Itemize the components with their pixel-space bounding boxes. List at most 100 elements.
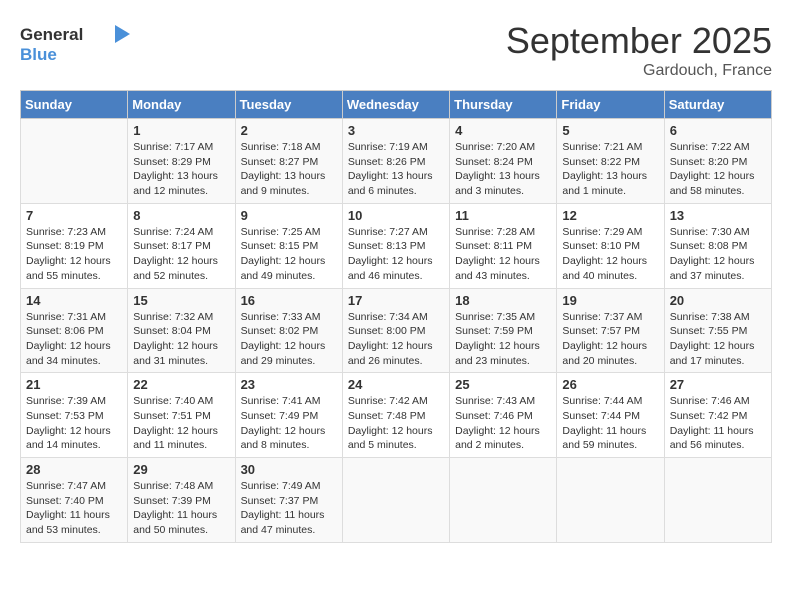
table-row: 24 Sunrise: 7:42 AMSunset: 7:48 PMDaylig…	[342, 373, 449, 458]
day-number: 14	[26, 293, 122, 308]
day-info: Sunrise: 7:18 AMSunset: 8:27 PMDaylight:…	[241, 140, 337, 199]
day-number: 7	[26, 208, 122, 223]
page-header: General Blue September 2025 Gardouch, Fr…	[20, 20, 772, 80]
day-number: 25	[455, 377, 551, 392]
table-row: 26 Sunrise: 7:44 AMSunset: 7:44 PMDaylig…	[557, 373, 664, 458]
table-row	[342, 458, 449, 543]
table-row: 18 Sunrise: 7:35 AMSunset: 7:59 PMDaylig…	[450, 288, 557, 373]
day-number: 11	[455, 208, 551, 223]
table-row: 27 Sunrise: 7:46 AMSunset: 7:42 PMDaylig…	[664, 373, 771, 458]
table-row	[21, 119, 128, 204]
day-info: Sunrise: 7:21 AMSunset: 8:22 PMDaylight:…	[562, 140, 658, 199]
day-number: 26	[562, 377, 658, 392]
day-info: Sunrise: 7:34 AMSunset: 8:00 PMDaylight:…	[348, 310, 444, 369]
day-number: 15	[133, 293, 229, 308]
day-info: Sunrise: 7:48 AMSunset: 7:39 PMDaylight:…	[133, 479, 229, 538]
table-row: 21 Sunrise: 7:39 AMSunset: 7:53 PMDaylig…	[21, 373, 128, 458]
day-number: 30	[241, 462, 337, 477]
day-info: Sunrise: 7:44 AMSunset: 7:44 PMDaylight:…	[562, 394, 658, 453]
table-row: 12 Sunrise: 7:29 AMSunset: 8:10 PMDaylig…	[557, 203, 664, 288]
day-number: 23	[241, 377, 337, 392]
day-number: 12	[562, 208, 658, 223]
day-info: Sunrise: 7:38 AMSunset: 7:55 PMDaylight:…	[670, 310, 766, 369]
day-info: Sunrise: 7:30 AMSunset: 8:08 PMDaylight:…	[670, 225, 766, 284]
calendar-header-row: Sunday Monday Tuesday Wednesday Thursday…	[21, 91, 772, 119]
day-number: 10	[348, 208, 444, 223]
day-number: 20	[670, 293, 766, 308]
day-number: 5	[562, 123, 658, 138]
table-row: 19 Sunrise: 7:37 AMSunset: 7:57 PMDaylig…	[557, 288, 664, 373]
month-year-title: September 2025	[506, 20, 772, 62]
table-row: 22 Sunrise: 7:40 AMSunset: 7:51 PMDaylig…	[128, 373, 235, 458]
col-tuesday: Tuesday	[235, 91, 342, 119]
table-row: 8 Sunrise: 7:24 AMSunset: 8:17 PMDayligh…	[128, 203, 235, 288]
day-number: 4	[455, 123, 551, 138]
day-number: 9	[241, 208, 337, 223]
table-row: 15 Sunrise: 7:32 AMSunset: 8:04 PMDaylig…	[128, 288, 235, 373]
svg-text:General: General	[20, 25, 83, 44]
day-info: Sunrise: 7:23 AMSunset: 8:19 PMDaylight:…	[26, 225, 122, 284]
table-row: 4 Sunrise: 7:20 AMSunset: 8:24 PMDayligh…	[450, 119, 557, 204]
day-info: Sunrise: 7:41 AMSunset: 7:49 PMDaylight:…	[241, 394, 337, 453]
table-row: 5 Sunrise: 7:21 AMSunset: 8:22 PMDayligh…	[557, 119, 664, 204]
day-number: 28	[26, 462, 122, 477]
table-row: 3 Sunrise: 7:19 AMSunset: 8:26 PMDayligh…	[342, 119, 449, 204]
day-info: Sunrise: 7:35 AMSunset: 7:59 PMDaylight:…	[455, 310, 551, 369]
day-info: Sunrise: 7:29 AMSunset: 8:10 PMDaylight:…	[562, 225, 658, 284]
day-number: 27	[670, 377, 766, 392]
day-number: 6	[670, 123, 766, 138]
day-number: 1	[133, 123, 229, 138]
table-row: 20 Sunrise: 7:38 AMSunset: 7:55 PMDaylig…	[664, 288, 771, 373]
day-number: 19	[562, 293, 658, 308]
table-row	[450, 458, 557, 543]
table-row: 7 Sunrise: 7:23 AMSunset: 8:19 PMDayligh…	[21, 203, 128, 288]
calendar-week-row: 21 Sunrise: 7:39 AMSunset: 7:53 PMDaylig…	[21, 373, 772, 458]
day-number: 18	[455, 293, 551, 308]
table-row: 16 Sunrise: 7:33 AMSunset: 8:02 PMDaylig…	[235, 288, 342, 373]
day-info: Sunrise: 7:47 AMSunset: 7:40 PMDaylight:…	[26, 479, 122, 538]
day-info: Sunrise: 7:49 AMSunset: 7:37 PMDaylight:…	[241, 479, 337, 538]
calendar-week-row: 14 Sunrise: 7:31 AMSunset: 8:06 PMDaylig…	[21, 288, 772, 373]
table-row: 9 Sunrise: 7:25 AMSunset: 8:15 PMDayligh…	[235, 203, 342, 288]
day-number: 29	[133, 462, 229, 477]
table-row: 13 Sunrise: 7:30 AMSunset: 8:08 PMDaylig…	[664, 203, 771, 288]
svg-text:Blue: Blue	[20, 45, 57, 64]
table-row: 25 Sunrise: 7:43 AMSunset: 7:46 PMDaylig…	[450, 373, 557, 458]
day-number: 3	[348, 123, 444, 138]
col-monday: Monday	[128, 91, 235, 119]
table-row: 10 Sunrise: 7:27 AMSunset: 8:13 PMDaylig…	[342, 203, 449, 288]
col-wednesday: Wednesday	[342, 91, 449, 119]
day-number: 16	[241, 293, 337, 308]
day-number: 24	[348, 377, 444, 392]
calendar-week-row: 28 Sunrise: 7:47 AMSunset: 7:40 PMDaylig…	[21, 458, 772, 543]
col-saturday: Saturday	[664, 91, 771, 119]
table-row: 17 Sunrise: 7:34 AMSunset: 8:00 PMDaylig…	[342, 288, 449, 373]
day-info: Sunrise: 7:39 AMSunset: 7:53 PMDaylight:…	[26, 394, 122, 453]
table-row: 30 Sunrise: 7:49 AMSunset: 7:37 PMDaylig…	[235, 458, 342, 543]
table-row: 6 Sunrise: 7:22 AMSunset: 8:20 PMDayligh…	[664, 119, 771, 204]
day-info: Sunrise: 7:32 AMSunset: 8:04 PMDaylight:…	[133, 310, 229, 369]
day-number: 21	[26, 377, 122, 392]
day-info: Sunrise: 7:22 AMSunset: 8:20 PMDaylight:…	[670, 140, 766, 199]
col-thursday: Thursday	[450, 91, 557, 119]
day-info: Sunrise: 7:19 AMSunset: 8:26 PMDaylight:…	[348, 140, 444, 199]
calendar-week-row: 1 Sunrise: 7:17 AMSunset: 8:29 PMDayligh…	[21, 119, 772, 204]
day-info: Sunrise: 7:27 AMSunset: 8:13 PMDaylight:…	[348, 225, 444, 284]
table-row	[557, 458, 664, 543]
day-info: Sunrise: 7:43 AMSunset: 7:46 PMDaylight:…	[455, 394, 551, 453]
calendar-week-row: 7 Sunrise: 7:23 AMSunset: 8:19 PMDayligh…	[21, 203, 772, 288]
day-info: Sunrise: 7:40 AMSunset: 7:51 PMDaylight:…	[133, 394, 229, 453]
day-number: 2	[241, 123, 337, 138]
location-subtitle: Gardouch, France	[506, 62, 772, 80]
day-number: 8	[133, 208, 229, 223]
table-row: 23 Sunrise: 7:41 AMSunset: 7:49 PMDaylig…	[235, 373, 342, 458]
day-info: Sunrise: 7:17 AMSunset: 8:29 PMDaylight:…	[133, 140, 229, 199]
logo: General Blue	[20, 20, 130, 65]
day-info: Sunrise: 7:33 AMSunset: 8:02 PMDaylight:…	[241, 310, 337, 369]
logo-svg: General Blue	[20, 20, 130, 65]
day-info: Sunrise: 7:31 AMSunset: 8:06 PMDaylight:…	[26, 310, 122, 369]
table-row: 11 Sunrise: 7:28 AMSunset: 8:11 PMDaylig…	[450, 203, 557, 288]
table-row: 28 Sunrise: 7:47 AMSunset: 7:40 PMDaylig…	[21, 458, 128, 543]
table-row: 1 Sunrise: 7:17 AMSunset: 8:29 PMDayligh…	[128, 119, 235, 204]
day-info: Sunrise: 7:25 AMSunset: 8:15 PMDaylight:…	[241, 225, 337, 284]
